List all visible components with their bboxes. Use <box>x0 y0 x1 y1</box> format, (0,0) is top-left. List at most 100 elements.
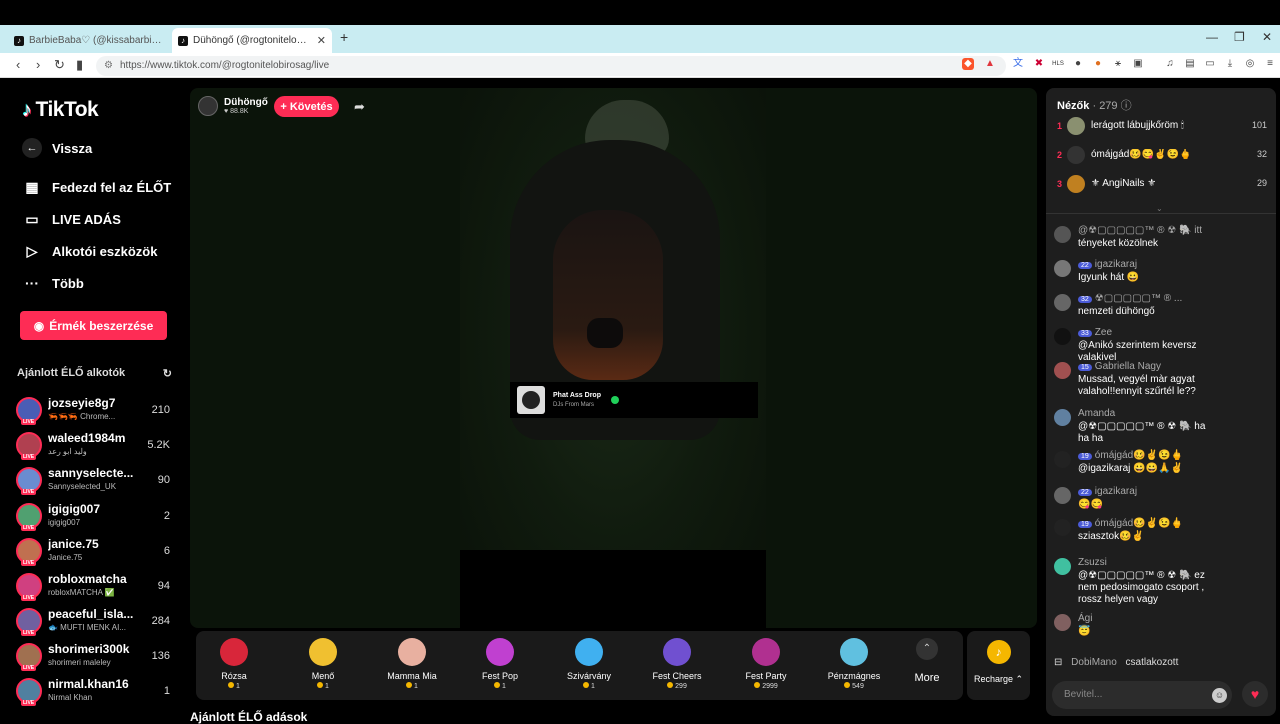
viewers-label: Nézők <box>1057 100 1090 112</box>
close-tab-icon[interactable]: ✕ <box>317 34 326 47</box>
top-viewer-row[interactable]: 1 lerágott lábujjkőröm 🕯 101 <box>1057 117 1267 137</box>
fan-level-badge: 15 <box>1078 364 1092 371</box>
nav-explore-live[interactable]: ▦ Fedezd fel az ÉLŐT <box>22 177 171 197</box>
recharge-button[interactable]: ♪ Recharge ⌃ <box>967 631 1030 700</box>
creator-name: igigig007 <box>48 502 101 516</box>
media-icon[interactable]: ♫ <box>1164 58 1176 70</box>
sidebar-icon[interactable]: ▤ <box>1184 58 1196 70</box>
chat-input[interactable]: Bevitel... <box>1052 681 1232 709</box>
creator-tools-icon: ▷ <box>26 242 38 259</box>
gift-item[interactable]: Mamma Mia 1 <box>372 631 452 700</box>
gift-icon <box>398 638 426 666</box>
gift-price: 1 <box>194 682 274 690</box>
viewer-name: lerágott lábujjkőröm 🕯 <box>1091 120 1184 131</box>
creator-item[interactable]: LIVE janice.75 Janice.75 6 <box>16 535 176 567</box>
reload-icon[interactable]: ↻ <box>54 57 65 73</box>
heart-icon[interactable]: ♥ <box>1242 681 1268 707</box>
follow-button[interactable]: + Követés <box>274 96 339 117</box>
creator-name: janice.75 <box>48 537 99 551</box>
maximize-icon[interactable]: ❐ <box>1234 30 1245 44</box>
vpn-icon[interactable]: ◎ <box>1244 58 1256 70</box>
gift-item[interactable]: Fest Cheers 299 <box>637 631 717 700</box>
creator-subtitle: 🐟 MUFTI MENK AI... <box>48 623 126 632</box>
extension-globe-icon[interactable]: ● <box>1072 58 1084 70</box>
doberman-face <box>553 210 663 380</box>
message-header: 22 igazikaraj <box>1078 259 1137 270</box>
tiktok-logo[interactable]: ♪ TikTok <box>22 98 99 122</box>
nav-creator-tools[interactable]: ▷ Alkotói eszközök <box>22 241 158 261</box>
gift-item[interactable]: Szivárvány 1 <box>549 631 629 700</box>
more-gifts-button[interactable]: ⌃ More <box>903 634 951 694</box>
creator-item[interactable]: LIVE peaceful_isla... 🐟 MUFTI MENK AI...… <box>16 605 176 637</box>
top-viewer-row[interactable]: 3 ⚜ AngiNails ⚜ 29 <box>1057 175 1267 195</box>
wallet-icon[interactable]: ▭ <box>1204 58 1216 70</box>
url-input[interactable]: ⚙ https://www.tiktok.com/@rogtonitelobir… <box>96 56 1006 76</box>
brave-rewards-icon[interactable]: ▲ <box>984 58 996 70</box>
message-header: 19 ómájgád🥴✌😉🖕 <box>1078 518 1183 529</box>
host-avatar[interactable] <box>198 96 218 116</box>
creator-avatar: LIVE <box>16 397 42 425</box>
browser-tab-2[interactable]: ♪ Dühöngő (@rogtonitelobirosa... ✕ <box>172 28 332 53</box>
gift-item[interactable]: Fest Party 2999 <box>726 631 806 700</box>
coins-label: Érmék beszerzése <box>49 318 154 333</box>
back-link[interactable]: ← Vissza <box>22 138 92 158</box>
host-name[interactable]: Dühöngő <box>224 97 268 108</box>
gift-name: Fest Pop <box>481 671 519 681</box>
close-window-icon[interactable]: ✕ <box>1262 30 1272 44</box>
back-icon[interactable]: ‹ <box>16 57 20 72</box>
get-coins-button[interactable]: ◉ Érmék beszerzése <box>20 311 167 340</box>
message-header: 32 ☢▢▢▢▢▢™ ® ... <box>1078 293 1182 304</box>
bookmark-icon[interactable]: ▮ <box>76 57 83 73</box>
creator-item[interactable]: LIVE waleed1984m وليد ابو رعد 5.2K <box>16 429 176 461</box>
creator-viewer-count: 2 <box>163 510 170 522</box>
creator-avatar: LIVE <box>16 608 42 636</box>
creator-item[interactable]: LIVE shorimeri300k shorimeri maleley 136 <box>16 640 176 672</box>
puzzle-extensions-icon[interactable]: ⚹ <box>1112 58 1124 70</box>
host-info[interactable]: Dühöngő ♥ 88.8K <box>198 96 268 116</box>
creator-item[interactable]: LIVE igigig007 igigig007 2 <box>16 500 176 532</box>
message-header: 22 igazikaraj <box>1078 486 1137 497</box>
minimize-icon[interactable]: — <box>1206 30 1218 44</box>
site-info-icon[interactable]: ⚙ <box>104 56 113 76</box>
forward-icon[interactable]: › <box>36 57 40 72</box>
downloads-icon[interactable]: ⤓ <box>1224 58 1236 70</box>
gift-item[interactable]: Rózsa 1 <box>194 631 274 700</box>
creator-avatar: LIVE <box>16 503 42 531</box>
creator-item[interactable]: LIVE nirmal.khan16 Nirmal Khan 1 <box>16 675 176 707</box>
screenshot-icon[interactable]: ▣ <box>1132 58 1144 70</box>
gift-item[interactable]: Pénzmágnes 549 <box>814 631 894 700</box>
menu-icon[interactable]: ≡ <box>1264 58 1276 70</box>
chevron-down-icon[interactable]: ⌄ <box>1156 204 1163 213</box>
browser-tab-1[interactable]: ♪ BarbieBaba♡ (@kissabarbie) ÉLŐ a... <box>8 28 168 53</box>
hls-extension-icon[interactable]: HLS <box>1052 58 1064 70</box>
join-text: csatlakozott <box>1125 657 1179 668</box>
emoji-icon[interactable]: ☺ <box>1212 688 1227 703</box>
new-tab-button[interactable]: + <box>340 29 348 45</box>
extension-x-icon[interactable]: ✖ <box>1033 58 1045 70</box>
creator-item[interactable]: LIVE sannyselecte... Sannyselected_UK 90 <box>16 464 176 496</box>
share-icon[interactable]: ➦ <box>354 99 365 115</box>
nav-go-live[interactable]: ▭ LIVE ADÁS <box>22 209 120 229</box>
gift-item[interactable]: Fest Pop 1 <box>460 631 540 700</box>
fan-level-badge: 22 <box>1078 262 1092 269</box>
join-username[interactable]: DobiMano <box>1071 657 1117 668</box>
extension-color-icon[interactable]: ● <box>1092 58 1104 70</box>
live-badge: LIVE <box>21 454 37 460</box>
live-video-player[interactable] <box>190 88 1037 628</box>
now-playing-card: Phat Ass Drop DJs From Mars <box>510 382 758 418</box>
creator-item[interactable]: LIVE robloxmatcha robloxMATCHA ✅ 94 <box>16 570 176 602</box>
nav-more[interactable]: ··· Több <box>22 273 84 293</box>
creator-item[interactable]: LIVE jozseyie8g7 🦐🦐🦐 Chrome... 210 <box>16 394 176 426</box>
viewers-header[interactable]: Nézők · 279 ⓘ <box>1057 97 1132 113</box>
chat-panel: Nézők · 279 ⓘ 1 lerágott lábujjkőröm 🕯 1… <box>1046 88 1276 716</box>
refresh-icon[interactable]: ↻ <box>163 367 172 380</box>
info-icon[interactable]: ⓘ <box>1121 100 1132 112</box>
creator-name: waleed1984m <box>48 431 126 445</box>
gift-item[interactable]: Menő 1 <box>283 631 363 700</box>
coin-icon <box>583 682 590 688</box>
brave-shield-icon[interactable]: ◆ <box>962 58 974 70</box>
message-username: ómájgád🥴✌😉🖕 <box>1094 518 1183 529</box>
top-viewer-row[interactable]: 2 ómájgád🥴😋✌😉🖕 32 <box>1057 146 1267 166</box>
translate-icon[interactable]: 文 <box>1012 58 1024 70</box>
creator-viewer-count: 6 <box>163 545 170 557</box>
